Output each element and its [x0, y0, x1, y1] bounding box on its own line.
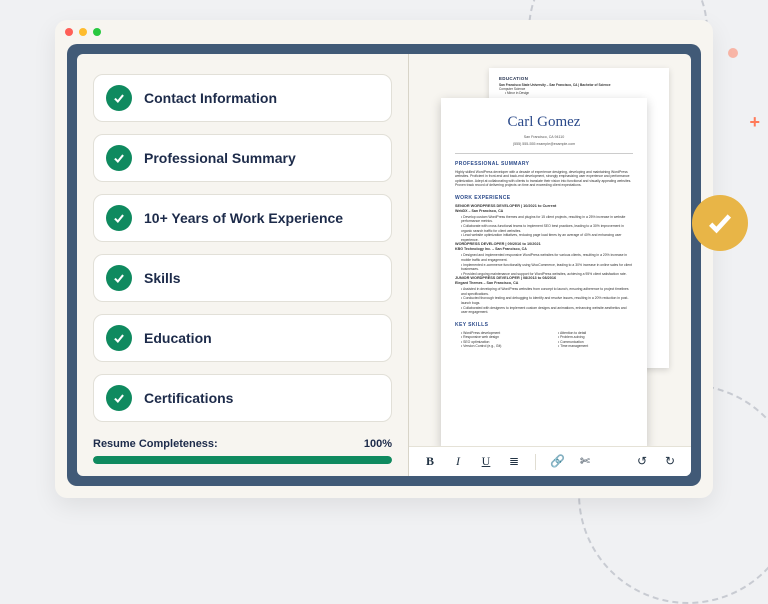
skills-columns: WordPress developmentResponsive web desi… [455, 331, 633, 349]
job-entry: WORDPRESS DEVELOPER | 09/2016 to 10/2021… [455, 242, 633, 276]
section-label: Professional Summary [144, 150, 296, 166]
completeness-widget: Resume Completeness: 100% [93, 424, 392, 464]
editor-frame: Contact Information Professional Summary 1… [67, 44, 701, 486]
section-card[interactable]: Certifications [93, 374, 392, 422]
jobs-list: SENIOR WORDPRESS DEVELOPER | 10/2021 to … [455, 204, 633, 315]
preview-panel: EDUCATION San Francisco State University… [409, 54, 691, 476]
skills-col-right: Attention to detailProblem-solvingCommun… [552, 331, 633, 349]
sections-panel: Contact Information Professional Summary 1… [77, 54, 409, 476]
check-icon [106, 385, 132, 411]
window-close-icon[interactable] [65, 28, 73, 36]
check-icon [106, 325, 132, 351]
preview-area: EDUCATION San Francisco State University… [409, 54, 691, 446]
link-button[interactable]: 🔗 [550, 454, 564, 469]
education-minor: Minor in Design [505, 91, 659, 95]
window-zoom-icon[interactable] [93, 28, 101, 36]
job-entry: JUNIOR WORDPRESS DEVELOPER | 08/2013 to … [455, 276, 633, 315]
section-label: Education [144, 330, 212, 346]
italic-button[interactable]: I [451, 454, 465, 469]
summary-heading: PROFESSIONAL SUMMARY [455, 161, 633, 168]
section-list: Contact Information Professional Summary 1… [93, 74, 392, 424]
bold-button[interactable]: B [423, 454, 437, 469]
job-entry: SENIOR WORDPRESS DEVELOPER | 10/2021 to … [455, 204, 633, 243]
completeness-bar [93, 456, 392, 464]
section-card[interactable]: Contact Information [93, 74, 392, 122]
section-label: Contact Information [144, 90, 277, 106]
section-label: Certifications [144, 390, 233, 406]
decorative-dot [728, 48, 738, 58]
section-label: Skills [144, 270, 181, 286]
education-heading: EDUCATION [499, 76, 659, 81]
check-icon [106, 145, 132, 171]
section-card[interactable]: 10+ Years of Work Experience [93, 194, 392, 242]
section-card[interactable]: Skills [93, 254, 392, 302]
check-icon [106, 205, 132, 231]
skills-col-left: WordPress developmentResponsive web desi… [455, 331, 536, 349]
underline-button[interactable]: U [479, 454, 493, 469]
undo-button[interactable]: ↺ [635, 454, 649, 469]
summary-text: Highly skilled WordPress developer with … [455, 170, 633, 188]
resume-contact: (555) 555-555 example@example.com [455, 142, 633, 147]
work-heading: WORK EXPERIENCE [455, 195, 633, 202]
completeness-fill [93, 456, 392, 464]
resume-page-1[interactable]: Carl Gomez San Francisco, CA 94110 (555)… [441, 98, 647, 446]
check-icon [106, 265, 132, 291]
completeness-label: Resume Completeness: [93, 438, 218, 450]
skills-heading: KEY SKILLS [455, 322, 633, 329]
cut-button[interactable]: ✄ [578, 454, 592, 469]
list-button[interactable]: ≣ [507, 454, 521, 469]
section-card[interactable]: Education [93, 314, 392, 362]
completeness-value: 100% [364, 438, 392, 450]
check-icon [106, 85, 132, 111]
redo-button[interactable]: ↻ [663, 454, 677, 469]
success-badge [692, 195, 748, 251]
app-window: Contact Information Professional Summary 1… [55, 20, 713, 498]
section-label: 10+ Years of Work Experience [144, 210, 343, 226]
window-minimize-icon[interactable] [79, 28, 87, 36]
section-card[interactable]: Professional Summary [93, 134, 392, 182]
editor-toolbar: B I U ≣ 🔗 ✄ ↺ ↻ [409, 446, 691, 476]
resume-name: Carl Gomez [455, 112, 633, 132]
decorative-plus-icon: + [749, 112, 760, 133]
window-title-bar [55, 20, 713, 44]
toolbar-separator [535, 454, 536, 470]
resume-location: San Francisco, CA 94110 [455, 135, 633, 140]
